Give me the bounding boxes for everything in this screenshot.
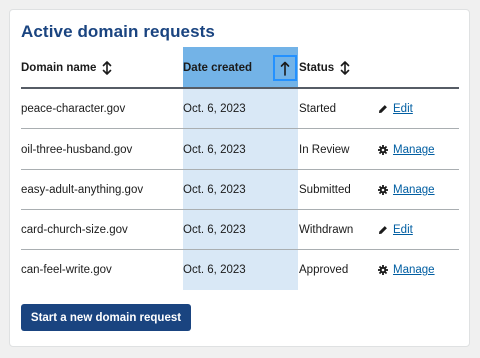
gear-icon xyxy=(378,265,388,275)
table-row: oil-three-husband.gov Oct. 6, 2023 In Re… xyxy=(21,130,459,170)
date-created-cell: Oct. 6, 2023 xyxy=(183,103,246,115)
column-header-status-label: Status xyxy=(299,61,335,74)
column-header-domain-label: Domain name xyxy=(21,61,97,74)
edit-link[interactable]: Edit xyxy=(378,103,413,115)
status-cell: Withdrawn xyxy=(299,224,354,236)
domain-name-cell: easy-adult-anything.gov xyxy=(21,184,144,196)
action-cell: Manage xyxy=(378,130,435,170)
table-row: card-church-size.gov Oct. 6, 2023 Withdr… xyxy=(21,210,459,250)
sort-date-button[interactable] xyxy=(273,55,297,81)
status-cell: Submitted xyxy=(299,184,351,196)
manage-link[interactable]: Manage xyxy=(378,264,435,276)
edit-link[interactable]: Edit xyxy=(378,224,413,236)
manage-link-label: Manage xyxy=(393,144,435,156)
manage-link-label: Manage xyxy=(393,264,435,276)
table-row: peace-character.gov Oct. 6, 2023 Started… xyxy=(21,89,459,129)
edit-link-label: Edit xyxy=(393,224,413,236)
manage-link[interactable]: Manage xyxy=(378,184,435,196)
domain-name-cell: can-feel-write.gov xyxy=(21,264,112,276)
action-cell: Manage xyxy=(378,170,435,210)
action-cell: Edit xyxy=(378,210,413,250)
status-cell: Started xyxy=(299,103,337,115)
manage-link[interactable]: Manage xyxy=(378,144,435,156)
column-header-date-label: Date created xyxy=(183,61,253,74)
date-created-cell: Oct. 6, 2023 xyxy=(183,224,246,236)
table-row: can-feel-write.gov Oct. 6, 2023 Approved… xyxy=(21,250,459,290)
domain-name-cell: peace-character.gov xyxy=(21,103,126,115)
column-header-domain: Domain name xyxy=(21,47,112,88)
sort-domain-button[interactable] xyxy=(102,60,112,75)
edit-link-label: Edit xyxy=(393,103,413,115)
gear-icon xyxy=(378,145,388,155)
status-cell: Approved xyxy=(299,264,349,276)
manage-link-label: Manage xyxy=(393,184,435,196)
domain-requests-card: Active domain requests Domain name Date … xyxy=(9,9,470,347)
pencil-icon xyxy=(379,226,387,234)
sort-arrows-icon xyxy=(103,60,112,75)
gear-icon xyxy=(378,185,388,195)
sort-status-button[interactable] xyxy=(340,60,350,75)
domain-name-cell: oil-three-husband.gov xyxy=(21,144,133,156)
sort-arrows-icon xyxy=(340,60,350,75)
table-row: easy-adult-anything.gov Oct. 6, 2023 Sub… xyxy=(21,170,459,210)
start-new-domain-request-button[interactable]: Start a new domain request xyxy=(21,304,191,331)
arrow-up-icon xyxy=(280,61,290,76)
domain-name-cell: card-church-size.gov xyxy=(21,224,128,236)
date-created-cell: Oct. 6, 2023 xyxy=(183,184,246,196)
date-created-cell: Oct. 6, 2023 xyxy=(183,264,246,276)
action-cell: Manage xyxy=(378,250,435,290)
action-cell: Edit xyxy=(378,89,413,129)
pencil-icon xyxy=(379,105,387,113)
date-created-cell: Oct. 6, 2023 xyxy=(183,144,246,156)
status-cell: In Review xyxy=(299,144,350,156)
column-header-status: Status xyxy=(299,47,350,88)
card-title: Active domain requests xyxy=(21,22,215,41)
